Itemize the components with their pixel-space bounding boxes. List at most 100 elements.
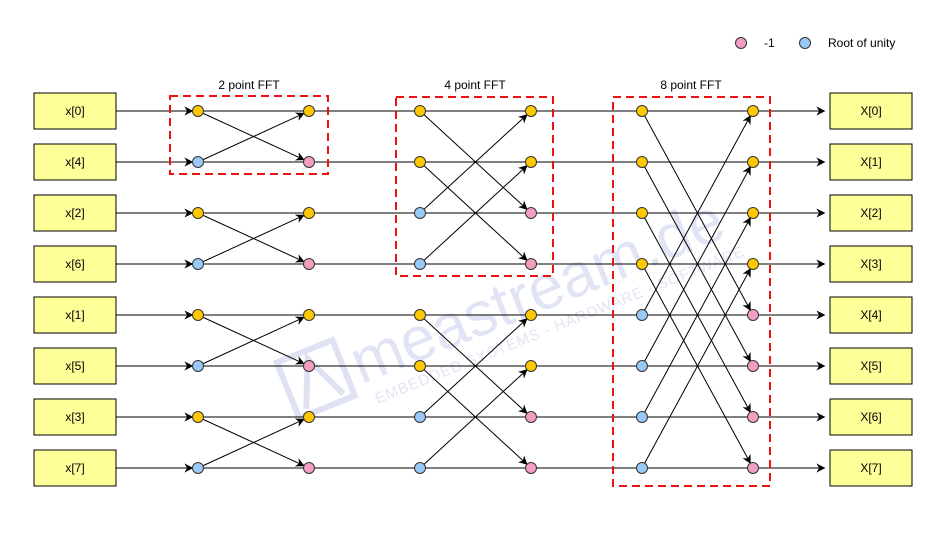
butterfly-line xyxy=(419,114,528,214)
input-box: x[5] xyxy=(33,347,117,385)
minus-one-node-icon xyxy=(303,462,315,474)
root-of-unity-node-icon xyxy=(192,258,204,270)
minus-one-node-icon xyxy=(747,411,759,423)
sum-node-icon xyxy=(636,258,648,270)
stage-label-2pt: 2 point FFT xyxy=(218,78,280,92)
minus-one-node-icon xyxy=(747,309,759,321)
minus-one-node-icon xyxy=(303,258,315,270)
output-box: X[0] xyxy=(829,92,913,130)
output-box-label: X[0] xyxy=(860,104,881,118)
minus-one-node-icon xyxy=(747,360,759,372)
minus-one-node-icon xyxy=(303,156,315,168)
output-box-label: X[7] xyxy=(860,461,881,475)
sum-node-icon xyxy=(525,105,537,117)
legend-root-of-unity-icon xyxy=(799,37,811,49)
butterfly-line xyxy=(641,263,751,464)
butterfly-line xyxy=(197,418,305,469)
sum-node-icon xyxy=(192,309,204,321)
input-box-label: x[3] xyxy=(65,410,84,424)
legend: -1 Root of unity xyxy=(735,36,895,50)
sum-node-icon xyxy=(747,258,759,270)
sum-node-icon xyxy=(636,207,648,219)
minus-one-node-icon xyxy=(303,360,315,372)
butterfly-line xyxy=(419,369,528,469)
minus-one-node-icon xyxy=(525,258,537,270)
minus-one-node-icon xyxy=(525,411,537,423)
sum-node-icon xyxy=(303,105,315,117)
sum-node-icon xyxy=(414,360,426,372)
input-box-label: x[5] xyxy=(65,359,84,373)
sum-node-icon xyxy=(636,105,648,117)
stage-label-4pt: 4 point FFT xyxy=(444,78,506,92)
input-box-label: x[2] xyxy=(65,206,84,220)
root-of-unity-node-icon xyxy=(636,411,648,423)
butterfly-line xyxy=(197,314,305,365)
root-of-unity-node-icon xyxy=(192,156,204,168)
input-box: x[4] xyxy=(33,143,117,181)
output-box-label: X[2] xyxy=(860,206,881,220)
fft-butterfly-diagram: meastream.de EMBEDDED SYSTEMS - HARDWARE… xyxy=(33,36,913,487)
sum-node-icon xyxy=(192,207,204,219)
butterfly-line xyxy=(419,165,528,265)
output-box: X[6] xyxy=(829,398,913,436)
legend-root-of-unity-label: Root of unity xyxy=(828,36,895,50)
input-box: x[7] xyxy=(33,449,117,487)
stage-label-8pt: 8 point FFT xyxy=(660,78,722,92)
input-box: x[2] xyxy=(33,194,117,232)
root-of-unity-node-icon xyxy=(414,411,426,423)
butterfly-line xyxy=(197,110,305,161)
input-box-label: x[6] xyxy=(65,257,84,271)
output-box: X[2] xyxy=(829,194,913,232)
output-box: X[7] xyxy=(829,449,913,487)
butterfly-line xyxy=(419,110,528,210)
output-box: X[3] xyxy=(829,245,913,283)
minus-one-node-icon xyxy=(525,462,537,474)
input-box-label: x[1] xyxy=(65,308,84,322)
butterfly-line xyxy=(419,365,528,465)
output-box-label: X[6] xyxy=(860,410,881,424)
sum-node-icon xyxy=(303,309,315,321)
root-of-unity-node-icon xyxy=(636,462,648,474)
legend-minus-one-label: -1 xyxy=(764,36,775,50)
output-box-label: X[4] xyxy=(860,308,881,322)
sum-node-icon xyxy=(747,156,759,168)
butterfly-line xyxy=(641,268,751,469)
sum-node-icon xyxy=(414,309,426,321)
sum-node-icon xyxy=(525,156,537,168)
input-box-label: x[0] xyxy=(65,104,84,118)
minus-one-node-icon xyxy=(525,207,537,219)
sum-node-icon xyxy=(747,207,759,219)
minus-one-node-icon xyxy=(747,462,759,474)
input-box: x[6] xyxy=(33,245,117,283)
root-of-unity-node-icon xyxy=(192,360,204,372)
sum-node-icon xyxy=(414,105,426,117)
root-of-unity-node-icon xyxy=(414,462,426,474)
butterfly-line xyxy=(419,161,528,261)
output-box-label: X[1] xyxy=(860,155,881,169)
input-box-label: x[7] xyxy=(65,461,84,475)
butterfly-line xyxy=(197,416,305,467)
watermark-logo-icon xyxy=(272,336,359,423)
butterfly-line xyxy=(197,112,305,163)
sum-node-icon xyxy=(192,105,204,117)
root-of-unity-node-icon xyxy=(636,360,648,372)
butterfly-line xyxy=(197,214,305,265)
input-box: x[0] xyxy=(33,92,117,130)
sum-node-icon xyxy=(636,156,648,168)
root-of-unity-node-icon xyxy=(636,309,648,321)
sum-node-icon xyxy=(414,156,426,168)
input-box-label: x[4] xyxy=(65,155,84,169)
root-of-unity-node-icon xyxy=(414,258,426,270)
sum-node-icon xyxy=(192,411,204,423)
root-of-unity-node-icon xyxy=(192,462,204,474)
input-box: x[3] xyxy=(33,398,117,436)
sum-node-icon xyxy=(747,105,759,117)
output-box: X[5] xyxy=(829,347,913,385)
sum-node-icon xyxy=(303,207,315,219)
sum-node-icon xyxy=(525,309,537,321)
output-box-label: X[3] xyxy=(860,257,881,271)
output-box: X[1] xyxy=(829,143,913,181)
legend-minus-one-icon xyxy=(735,37,747,49)
root-of-unity-node-icon xyxy=(414,207,426,219)
output-box: X[4] xyxy=(829,296,913,334)
